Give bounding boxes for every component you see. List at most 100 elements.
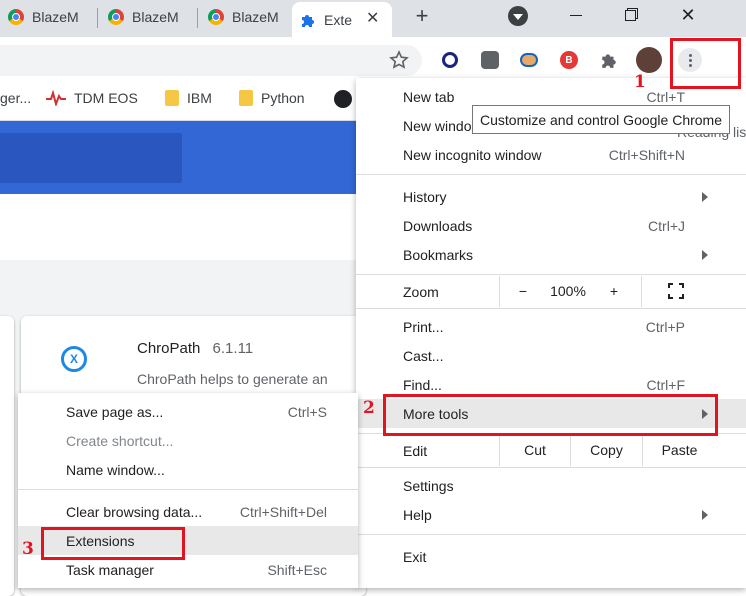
extension-name: ChroPath [137,340,201,357]
menu-label: History [403,188,447,205]
menu-label: New incognito window [403,146,542,163]
zoom-out-button[interactable]: − [511,283,535,299]
paste-button[interactable]: Paste [643,442,716,458]
bookmark-label: Python [261,90,305,106]
menu-shortcut: Ctrl+S [287,403,327,420]
menu-label: Clear browsing data... [66,503,203,520]
zoom-divider [641,276,642,307]
chrome-main-menu: New tab Ctrl+T New windo New incognito w… [356,78,746,588]
menu-label: Name window... [66,461,165,478]
menu-label: Create shortcut... [66,432,174,449]
restore-icon [624,9,636,21]
submenu-arrow-icon [702,509,708,520]
submenu-item-create-shortcut[interactable]: Create shortcut... [18,426,358,455]
menu-item-bookmarks[interactable]: Bookmarks [356,240,746,269]
annotation-step-3: 3 [22,539,34,559]
submenu-arrow-icon [702,191,708,202]
close-icon: ✕ [680,4,696,25]
tab-separator [97,8,98,28]
menu-label: Zoom [403,283,439,300]
extension-title: ChroPath 6.1.11 [137,340,253,357]
menu-tooltip: Customize and control Google Chrome [472,105,731,134]
bookmark-label: ger... [0,90,32,106]
menu-separator [356,174,746,175]
menu-separator [356,534,746,535]
github-icon [334,90,352,108]
menu-shortcut: Ctrl+J [648,217,685,234]
submenu-item-save-page[interactable]: Save page as... Ctrl+S [18,397,358,426]
tab-search-button[interactable] [508,6,528,26]
zoom-in-button[interactable]: + [602,283,626,299]
tab-1[interactable]: BlazeM [0,0,96,34]
new-tab-button[interactable]: + [410,3,434,28]
submenu-item-name-window[interactable]: Name window... [18,455,358,484]
bookmark-item-ibm[interactable]: IBM [165,90,212,106]
restore-button[interactable] [607,0,653,30]
menu-shortcut: Ctrl+F [646,376,686,393]
menu-item-downloads[interactable]: Downloads Ctrl+J [356,211,746,240]
menu-shortcut: Ctrl+P [645,318,685,335]
extensions-puzzle-icon[interactable] [598,49,620,71]
bookmark-item-tdm-eos[interactable]: TDM EOS [46,90,138,106]
tab-label: Exte [324,11,353,28]
puzzle-icon [302,14,314,27]
menu-shortcut: Shift+Esc [267,561,327,578]
bookmark-item-python[interactable]: Python [239,90,305,106]
close-tab-icon[interactable]: ✕ [366,8,379,28]
menu-label: Find... [403,376,442,393]
chrome-favicon-icon [208,9,224,25]
folder-icon [239,90,253,106]
menu-shortcut: Ctrl+T [646,88,686,105]
chevron-down-icon [513,14,523,20]
search-extensions-field[interactable] [0,133,182,183]
annotation-box-extensions [41,527,185,560]
extension-elephant-icon[interactable] [479,49,501,71]
zoom-divider [499,276,500,307]
folder-icon [165,90,179,106]
menu-item-exit[interactable]: Exit [356,542,746,571]
tab-separator [197,8,198,28]
tab-2[interactable]: BlazeM [100,0,196,34]
bookmark-star-icon[interactable] [388,49,410,71]
menu-separator [356,274,746,275]
tab-extensions-active[interactable]: Exte ✕ [292,2,392,37]
submenu-arrow-icon [702,249,708,260]
submenu-item-clear-browsing-data[interactable]: Clear browsing data... Ctrl+Shift+Del [18,497,358,526]
tab-3[interactable]: BlazeM [200,0,290,34]
extension-red-b-icon[interactable]: B [558,49,580,71]
menu-label: Task manager [66,561,154,578]
tab-label: BlazeM [232,9,279,25]
bookmark-item-1[interactable]: ger... [0,90,31,106]
menu-label: Settings [403,477,454,494]
extension-card-left [0,316,14,596]
menu-item-cast[interactable]: Cast... [356,341,746,370]
bookmark-item-github[interactable] [334,90,352,108]
menu-item-history[interactable]: History [356,182,746,211]
address-bar[interactable] [0,45,422,76]
annotation-step-2: 2 [363,398,375,418]
extension-version: 6.1.11 [212,340,254,357]
menu-separator [18,489,358,490]
menu-item-new-incognito[interactable]: New incognito window Ctrl+Shift+N [356,140,746,169]
close-window-button[interactable]: ✕ [665,0,711,30]
menu-item-help[interactable]: Help [356,500,746,529]
menu-label: Exit [403,548,427,565]
cut-button[interactable]: Cut [500,442,570,458]
menu-separator [356,308,746,309]
menu-separator [356,467,746,468]
chropath-logo-icon: X [61,346,87,372]
annotation-box-menu-button [670,38,741,89]
menu-item-print[interactable]: Print... Ctrl+P [356,312,746,341]
fullscreen-icon[interactable] [668,283,684,299]
extension-circle-icon[interactable] [439,49,461,71]
chrome-favicon-icon [8,9,24,25]
chrome-favicon-icon [108,9,124,25]
menu-shortcut: Ctrl+Shift+Del [239,503,327,520]
menu-label: Edit [403,442,428,459]
extension-chropath-icon[interactable] [518,49,540,71]
tab-label: BlazeM [132,9,179,25]
profile-avatar[interactable] [636,47,662,73]
copy-button[interactable]: Copy [571,442,642,458]
minimize-button[interactable] [553,0,599,30]
menu-item-settings[interactable]: Settings [356,471,746,500]
